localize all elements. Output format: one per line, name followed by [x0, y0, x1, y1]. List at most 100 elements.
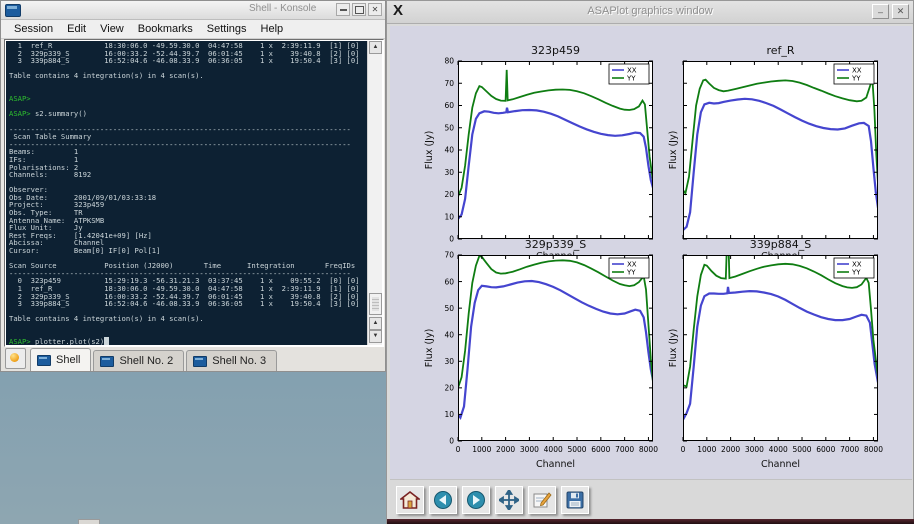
svg-text:60: 60: [444, 277, 454, 286]
terminal-tab-icon: [37, 355, 51, 366]
plot-xlabel: Channel: [761, 459, 800, 470]
home-icon: [400, 490, 420, 510]
scroll-up-button-2[interactable]: ▲: [369, 317, 382, 330]
minimize-button[interactable]: [336, 3, 350, 16]
menu-item-bookmarks[interactable]: Bookmarks: [131, 23, 200, 35]
svg-text:4000: 4000: [769, 445, 788, 454]
asaplot-window: X ASAPlot graphics window – ✕ 0 10 20 30 40 5…: [386, 0, 914, 524]
menu-item-settings[interactable]: Settings: [200, 23, 254, 35]
svg-text:30: 30: [444, 357, 454, 366]
save-floppy-icon: [565, 490, 585, 510]
screen-edge-strip: [387, 519, 914, 524]
menu-item-help[interactable]: Help: [254, 23, 291, 35]
scrollbar-thumb[interactable]: [369, 293, 382, 315]
subplot-config-button[interactable]: [528, 486, 556, 514]
konsole-window-title: Shell - Konsole: [249, 3, 316, 14]
svg-text:7000: 7000: [615, 445, 634, 454]
svg-text:3000: 3000: [520, 445, 539, 454]
plot-title: 339p884_S: [750, 238, 811, 251]
svg-text:20: 20: [444, 384, 454, 393]
menu-item-session[interactable]: Session: [7, 23, 60, 35]
pan-button[interactable]: [495, 486, 523, 514]
konsole-tabbar: Shell Shell No. 2 Shell No. 3: [1, 347, 385, 371]
menu-item-edit[interactable]: Edit: [60, 23, 93, 35]
svg-text:0: 0: [456, 445, 461, 454]
scroll-down-button[interactable]: ▼: [369, 330, 382, 343]
plot-title: 329p339_S: [525, 238, 586, 251]
plot-ylabel: Flux (Jy): [424, 131, 435, 170]
svg-text:5000: 5000: [567, 445, 586, 454]
svg-text:5000: 5000: [792, 445, 811, 454]
svg-text:XX: XX: [852, 67, 862, 75]
konsole-app-icon: [5, 4, 21, 17]
svg-text:70: 70: [444, 251, 454, 260]
svg-text:50: 50: [444, 304, 454, 313]
konsole-titlebar[interactable]: Shell - Konsole ✕: [1, 1, 385, 20]
minimize-icon: [340, 9, 347, 11]
tab-label: Shell No. 3: [212, 355, 266, 367]
plot-figure: 01020304050607080323p459ChannelFlux (Jy)…: [390, 26, 912, 479]
close-button[interactable]: ✕: [368, 3, 382, 16]
new-session-button[interactable]: [5, 348, 26, 369]
close-icon: ✕: [372, 5, 379, 14]
svg-text:2000: 2000: [721, 445, 740, 454]
svg-text:0: 0: [681, 445, 686, 454]
svg-text:YY: YY: [851, 269, 861, 277]
svg-text:1000: 1000: [697, 445, 716, 454]
svg-text:XX: XX: [627, 67, 637, 75]
tab-label: Shell No. 2: [119, 355, 173, 367]
figure-canvas: 01020304050607080323p459ChannelFlux (Jy)…: [390, 26, 912, 479]
plot-title: 323p459: [531, 44, 580, 57]
terminal-output[interactable]: 1 ref_R 18:30:06.0 -49.59.30.0 04:47:58 …: [6, 41, 367, 345]
minimize-button[interactable]: –: [872, 4, 889, 19]
scroll-up-button[interactable]: ▲: [369, 41, 382, 54]
svg-text:40: 40: [444, 146, 454, 155]
home-button[interactable]: [396, 486, 424, 514]
plot-toolbar: [390, 479, 912, 519]
svg-text:50: 50: [444, 123, 454, 132]
tab-shell[interactable]: Shell: [30, 348, 91, 371]
menu-item-view[interactable]: View: [93, 23, 131, 35]
tab-shell-no-3[interactable]: Shell No. 3: [186, 350, 277, 371]
svg-text:60: 60: [444, 101, 454, 110]
save-button[interactable]: [561, 486, 589, 514]
svg-text:YY: YY: [851, 75, 861, 83]
forward-button[interactable]: [462, 486, 490, 514]
close-button[interactable]: ✕: [892, 4, 909, 19]
svg-text:0: 0: [449, 235, 454, 244]
plot-ylabel: Flux (Jy): [668, 131, 679, 170]
terminal-tab-icon: [193, 356, 207, 367]
taskbar-hint: [78, 519, 100, 524]
maximize-icon: [355, 6, 364, 14]
konsole-menubar: SessionEditViewBookmarksSettingsHelp: [1, 20, 385, 39]
asaplot-titlebar[interactable]: X ASAPlot graphics window – ✕: [387, 1, 913, 24]
plot-title: ref_R: [766, 44, 794, 57]
svg-text:2000: 2000: [496, 445, 515, 454]
svg-text:6000: 6000: [816, 445, 835, 454]
svg-text:YY: YY: [626, 269, 636, 277]
svg-text:20: 20: [444, 190, 454, 199]
svg-text:6000: 6000: [591, 445, 610, 454]
new-session-icon: [10, 353, 19, 362]
asaplot-window-title: ASAPlot graphics window: [387, 5, 913, 17]
forward-arrow-icon: [466, 490, 486, 510]
svg-text:7000: 7000: [840, 445, 859, 454]
svg-text:8000: 8000: [639, 445, 658, 454]
svg-text:0: 0: [449, 437, 454, 446]
back-arrow-icon: [433, 490, 453, 510]
terminal-scrollbar[interactable]: ▲ ▲ ▼: [367, 41, 382, 345]
svg-text:40: 40: [444, 330, 454, 339]
plot-xlabel: Channel: [536, 459, 575, 470]
svg-text:1000: 1000: [472, 445, 491, 454]
konsole-window: Shell - Konsole ✕ SessionEditViewBookmar…: [0, 0, 386, 372]
back-button[interactable]: [429, 486, 457, 514]
plot-ylabel: Flux (Jy): [424, 329, 435, 368]
svg-text:30: 30: [444, 168, 454, 177]
svg-text:XX: XX: [627, 261, 637, 269]
svg-text:10: 10: [444, 212, 454, 221]
maximize-button[interactable]: [352, 3, 366, 16]
plot-ylabel: Flux (Jy): [668, 329, 679, 368]
tab-shell-no-2[interactable]: Shell No. 2: [93, 350, 184, 371]
svg-text:8000: 8000: [864, 445, 883, 454]
svg-text:70: 70: [444, 79, 454, 88]
